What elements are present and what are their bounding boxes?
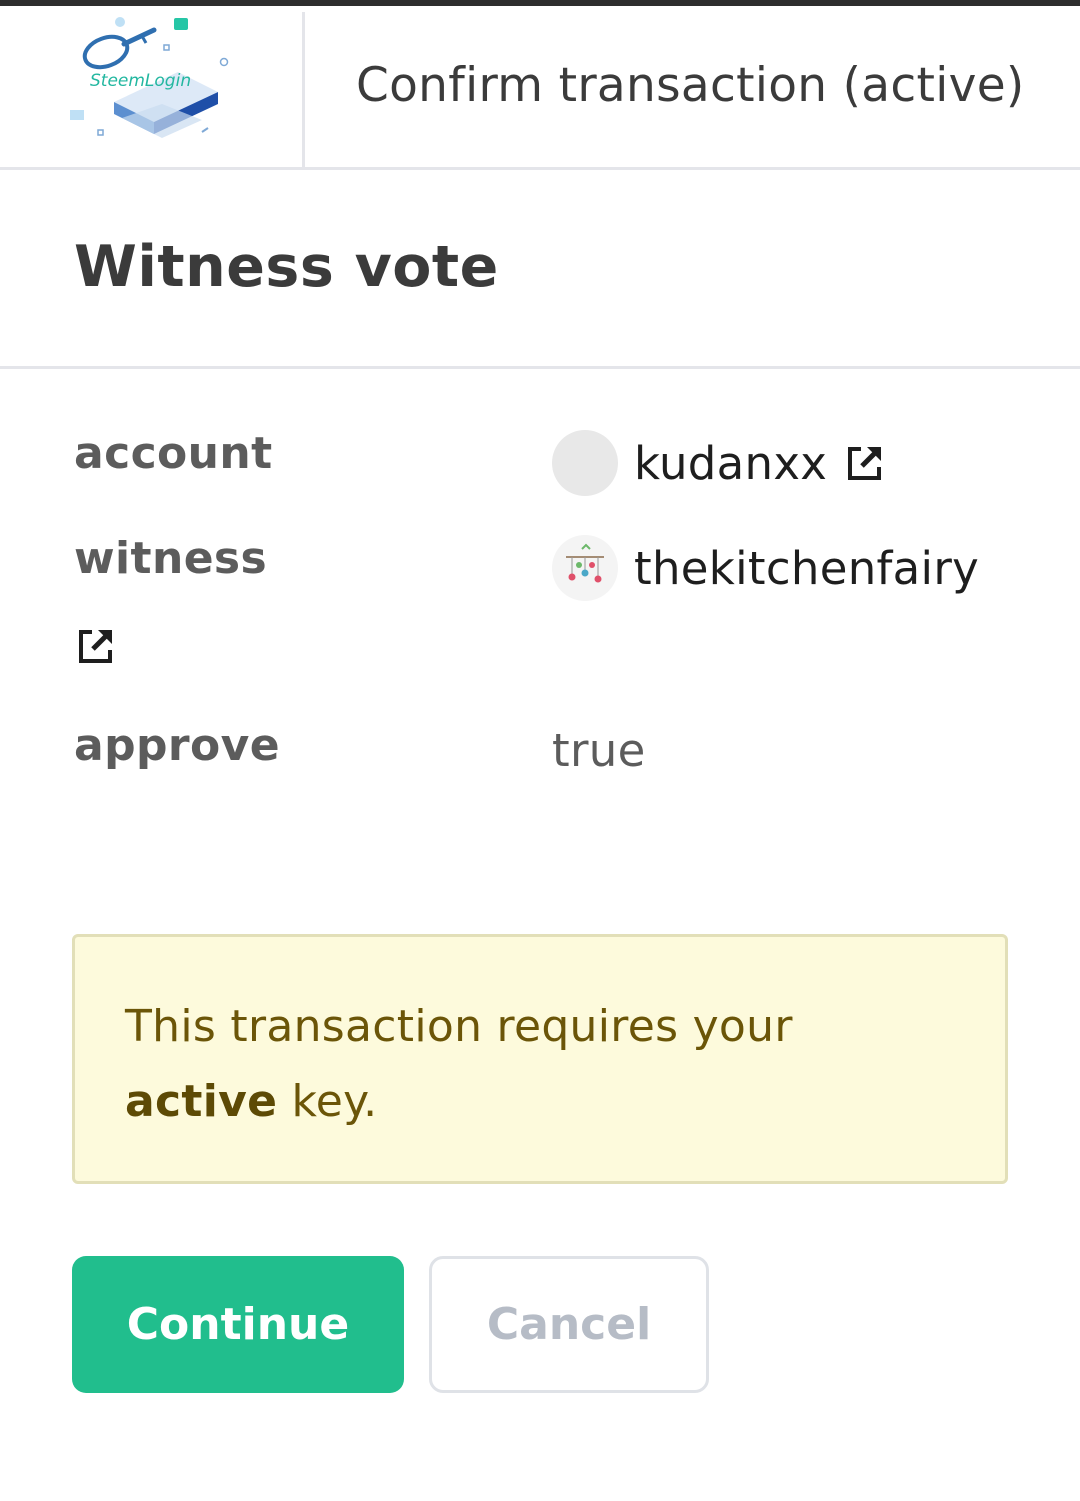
- avatar: [552, 430, 618, 496]
- header-divider: [302, 12, 305, 168]
- page-title: Confirm transaction (active): [356, 58, 1025, 113]
- notice-emphasis: active: [125, 1076, 278, 1127]
- witness-name: thekitchenfairy: [634, 541, 980, 595]
- field-value-account: kudanxx: [552, 430, 885, 496]
- continue-button[interactable]: Continue: [72, 1256, 404, 1393]
- steemlogin-logo: SteemLogin: [62, 10, 242, 150]
- notice-text: This transaction requires your active ke…: [125, 1001, 793, 1127]
- external-link-icon[interactable]: [845, 443, 885, 483]
- cancel-button[interactable]: Cancel: [429, 1256, 709, 1393]
- field-key-account: account: [74, 428, 273, 479]
- account-name: kudanxx: [634, 436, 828, 490]
- app-header: SteemLogin Confirm transaction (active): [0, 6, 1080, 170]
- field-key-approve: approve: [74, 720, 280, 771]
- svg-text:SteemLogin: SteemLogin: [90, 71, 191, 91]
- field-value-approve: true: [552, 724, 646, 777]
- field-key-witness: witness: [74, 533, 268, 584]
- active-key-notice: This transaction requires your active ke…: [72, 934, 1008, 1184]
- external-link-icon[interactable]: [76, 626, 116, 666]
- avatar: [552, 535, 618, 601]
- approve-value: true: [552, 724, 646, 777]
- section-divider: [0, 366, 1080, 369]
- operation-title: Witness vote: [74, 234, 499, 300]
- field-value-witness: thekitchenfairy: [552, 535, 979, 601]
